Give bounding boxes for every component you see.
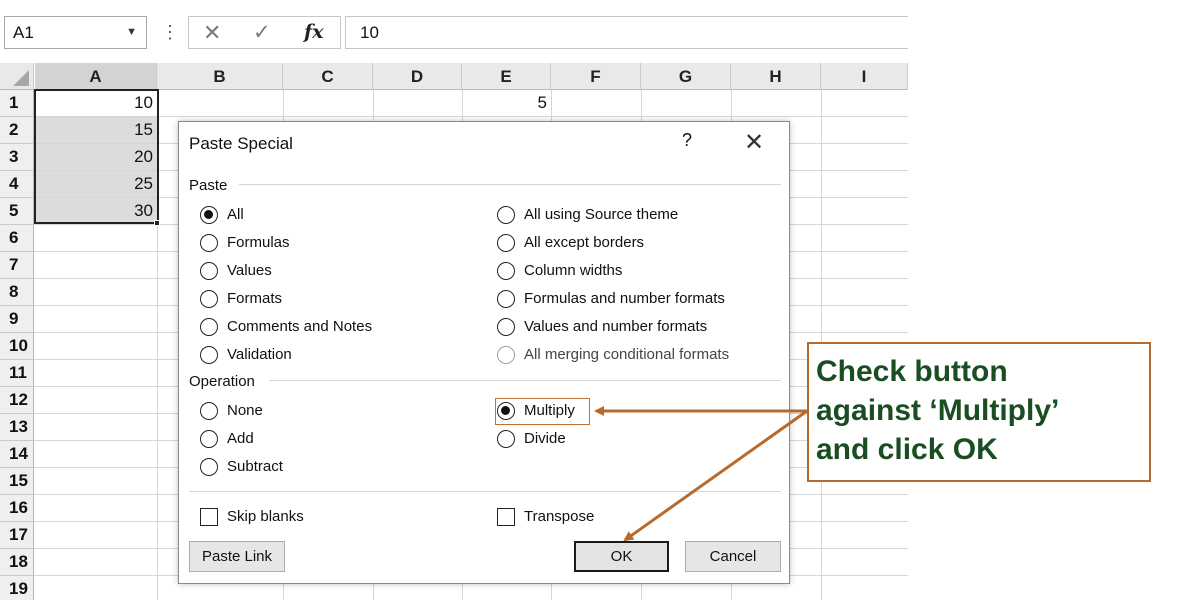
radio-button[interactable] — [497, 206, 515, 224]
radio-button[interactable] — [497, 430, 515, 448]
select-all-corner[interactable] — [0, 63, 34, 90]
column-header-g[interactable]: G — [641, 63, 731, 90]
row-header-2[interactable]: 2 — [0, 117, 34, 144]
radio-button[interactable] — [200, 458, 218, 476]
radio-button — [497, 346, 515, 364]
name-box-value: A1 — [13, 23, 34, 42]
column-header-c[interactable]: C — [283, 63, 373, 90]
dialog-title: Paste Special — [189, 134, 293, 153]
row-header-11[interactable]: 11 — [0, 360, 34, 387]
row-header-13[interactable]: 13 — [0, 414, 34, 441]
row-header-7[interactable]: 7 — [0, 252, 34, 279]
row-header-18[interactable]: 18 — [0, 549, 34, 576]
formula-input[interactable]: 10 — [345, 16, 908, 49]
help-icon[interactable]: ? — [682, 130, 692, 151]
insert-function-icon[interactable]: fx — [304, 17, 324, 48]
chevron-down-icon[interactable]: ▼ — [126, 17, 137, 48]
row-header-16[interactable]: 16 — [0, 495, 34, 522]
selection-border — [34, 89, 159, 224]
row-header-19[interactable]: 19 — [0, 576, 34, 600]
radio-button[interactable] — [497, 234, 515, 252]
cancel-button[interactable]: Cancel — [685, 541, 781, 572]
column-header-e[interactable]: E — [462, 63, 551, 90]
formula-buttons: ✕ ✓ fx — [188, 16, 341, 49]
column-header-h[interactable]: H — [731, 63, 821, 90]
multiply-highlight — [495, 398, 590, 425]
row-header-15[interactable]: 15 — [0, 468, 34, 495]
more-options-icon[interactable]: ⋮ — [161, 18, 179, 48]
name-box[interactable]: A1 ▼ — [4, 16, 147, 49]
radio-button[interactable] — [200, 206, 218, 224]
row-header-12[interactable]: 12 — [0, 387, 34, 414]
cancel-icon[interactable]: ✕ — [203, 17, 221, 48]
row-header-14[interactable]: 14 — [0, 441, 34, 468]
instruction-callout: Check button against ‘Multiply’ and clic… — [807, 342, 1151, 482]
column-header-d[interactable]: D — [373, 63, 462, 90]
operation-group-label: Operation — [189, 373, 255, 390]
radio-button[interactable] — [200, 318, 218, 336]
column-header-i[interactable]: I — [821, 63, 908, 90]
row-header-6[interactable]: 6 — [0, 225, 34, 252]
radio-button[interactable] — [497, 290, 515, 308]
enter-check-icon[interactable]: ✓ — [253, 17, 271, 48]
radio-button[interactable] — [200, 346, 218, 364]
row-header-1[interactable]: 1 — [0, 90, 34, 117]
callout-line-1: Check button — [816, 355, 1008, 388]
column-header-f[interactable]: F — [551, 63, 641, 90]
fill-handle[interactable] — [154, 220, 160, 226]
radio-button[interactable] — [200, 290, 218, 308]
row-header-5[interactable]: 5 — [0, 198, 34, 225]
column-header-a[interactable]: A — [35, 63, 157, 90]
callout-line-3: and click OK — [816, 433, 998, 466]
row-header-4[interactable]: 4 — [0, 171, 34, 198]
cell-e1[interactable]: 5 — [462, 90, 551, 116]
row-header-3[interactable]: 3 — [0, 144, 34, 171]
paste-link-button[interactable]: Paste Link — [189, 541, 285, 572]
row-header-17[interactable]: 17 — [0, 522, 34, 549]
radio-button[interactable] — [200, 430, 218, 448]
paste-group-label: Paste — [189, 177, 228, 194]
row-header-8[interactable]: 8 — [0, 279, 34, 306]
radio-button[interactable] — [200, 402, 218, 420]
column-header-b[interactable]: B — [157, 63, 283, 90]
ok-button[interactable]: OK — [574, 541, 669, 572]
row-header-10[interactable]: 10 — [0, 333, 34, 360]
radio-button[interactable] — [497, 318, 515, 336]
row-header-9[interactable]: 9 — [0, 306, 34, 333]
radio-button[interactable] — [200, 262, 218, 280]
paste-special-dialog: Paste Special ? ✕ Paste All Formulas Val… — [178, 121, 790, 584]
radio-button[interactable] — [200, 234, 218, 252]
checkbox[interactable] — [200, 508, 218, 526]
callout-line-2: against ‘Multiply’ — [816, 394, 1060, 427]
close-icon[interactable]: ✕ — [744, 128, 764, 157]
checkbox[interactable] — [497, 508, 515, 526]
radio-button[interactable] — [497, 262, 515, 280]
